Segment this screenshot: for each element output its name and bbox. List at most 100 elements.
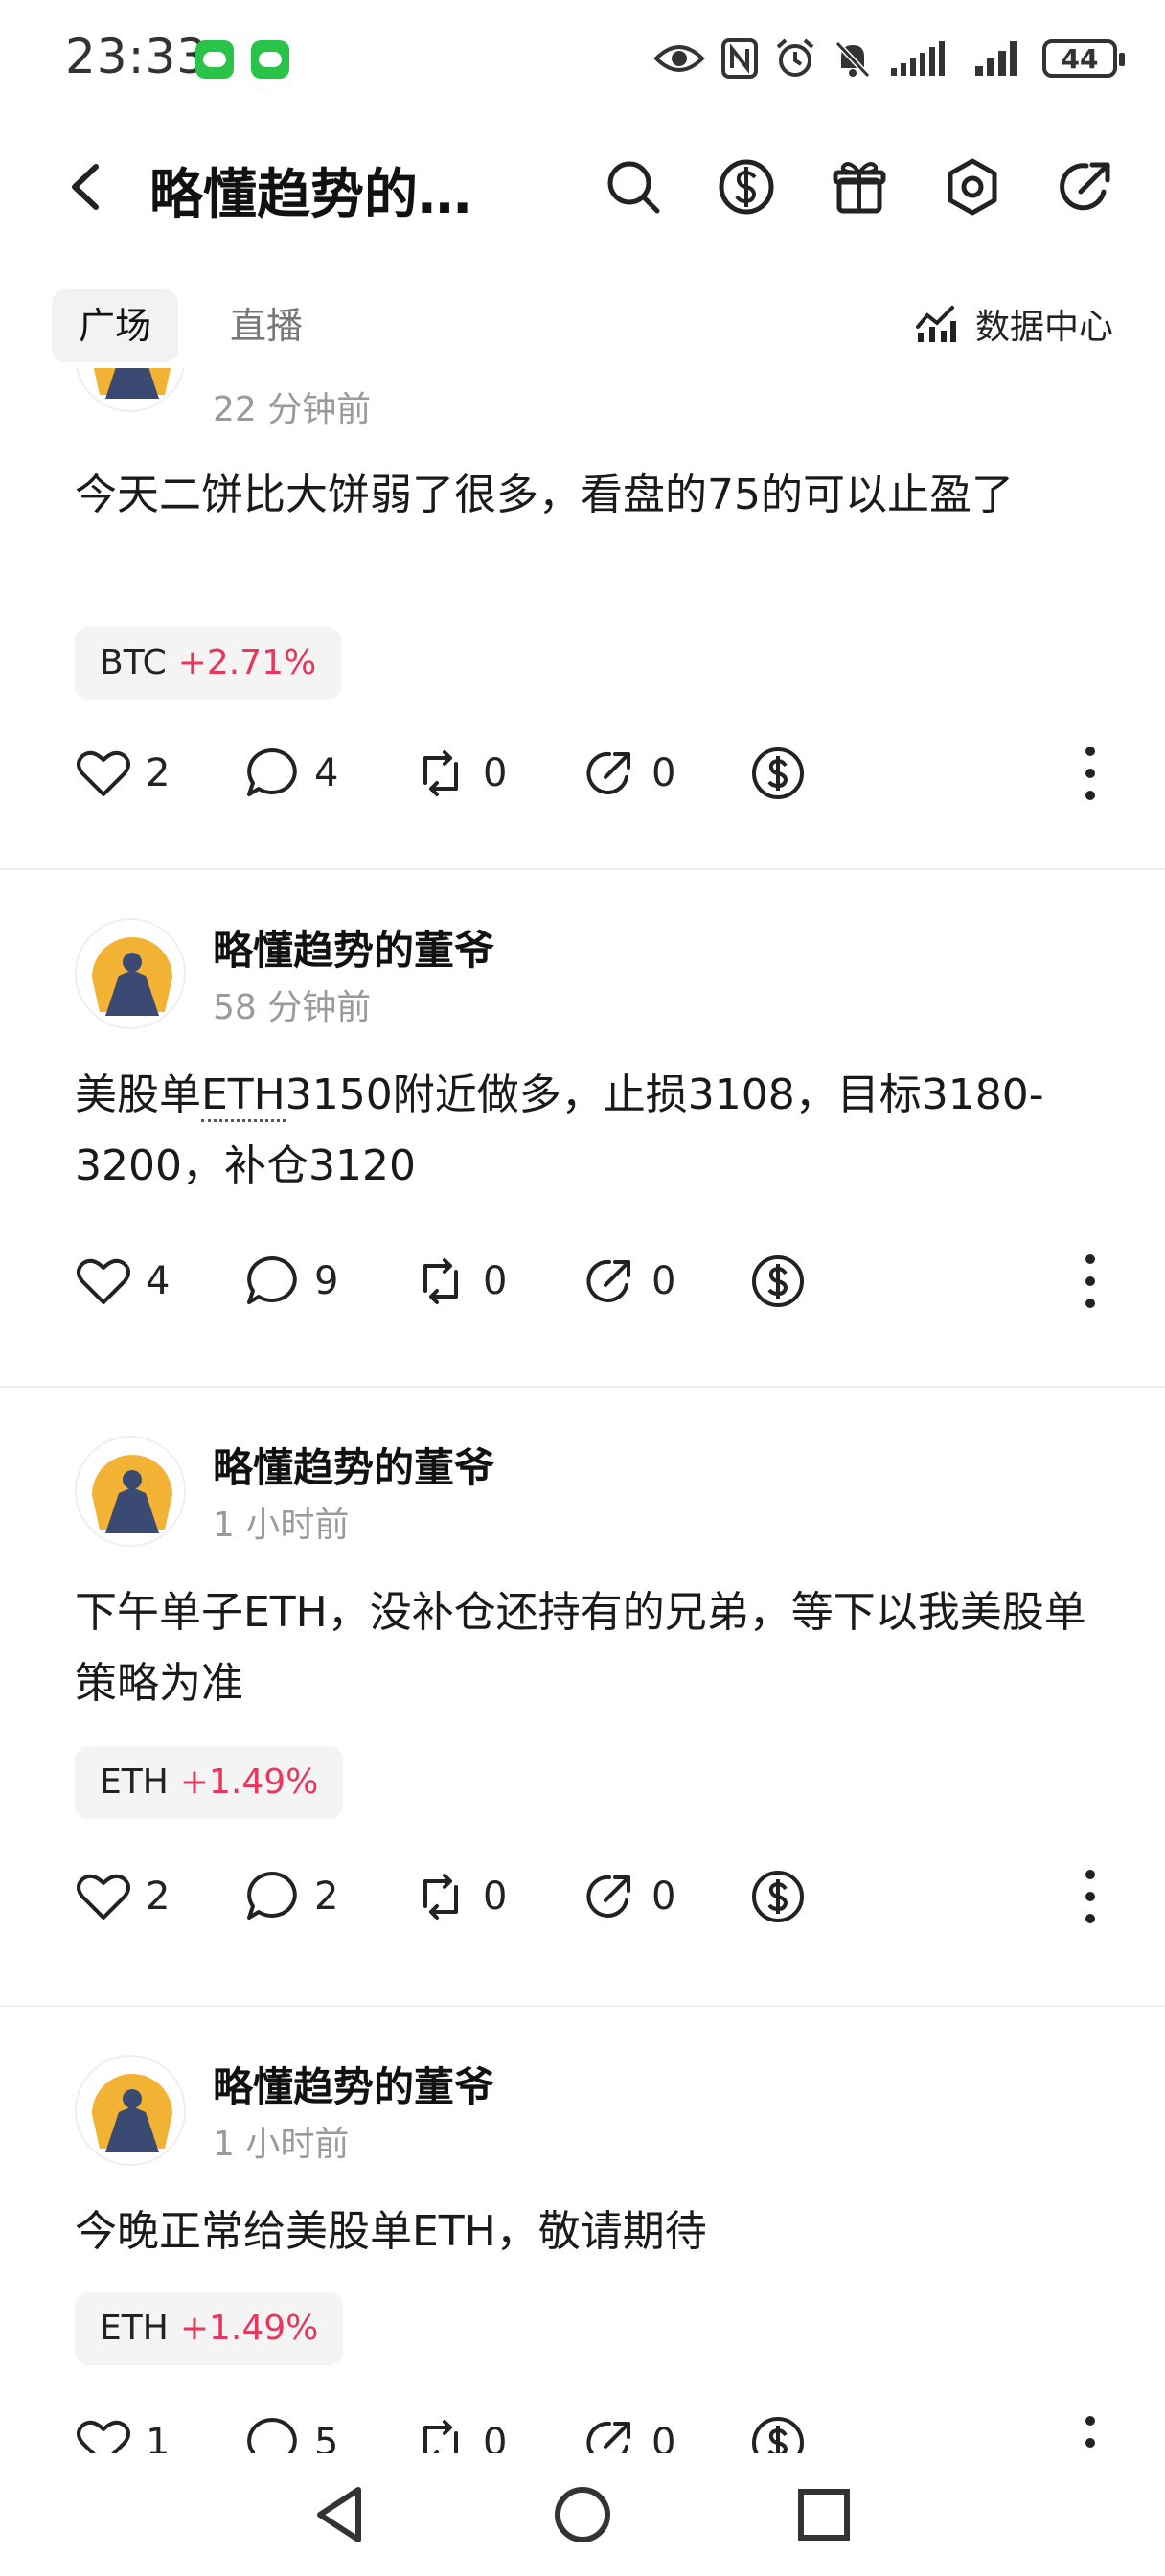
status-icons: 44 [653,34,1125,82]
repost-count: 0 [483,1874,508,1919]
like-count: 1 [146,2421,171,2453]
page-title: 略懂趋势的… [149,164,471,226]
like-count: 2 [146,751,171,795]
tab-square[interactable]: 广场 [52,289,179,362]
dollar-icon [752,748,804,799]
repost-count: 0 [483,751,508,795]
repost-button[interactable]: 0 [412,1248,507,1315]
like-count: 2 [146,1874,171,1919]
wechat-notification-icon [195,40,234,79]
chart-icon [915,306,956,342]
post-actions: 4 9 0 0 [0,1248,1165,1315]
battery-indicator: 44 [1042,39,1125,78]
share-icon[interactable] [1052,153,1119,220]
comment-count: 2 [314,1874,339,1919]
recents-square-icon[interactable] [786,2476,862,2553]
ticker-tag[interactable]: ETH +1.49% [75,1746,344,1819]
post-time: 1 小时前 [213,2125,350,2164]
tip-button[interactable] [749,1248,807,1315]
ticker-tag[interactable]: ETH +1.49% [75,2292,344,2365]
tip-button[interactable] [749,2409,807,2453]
tip-button[interactable] [749,740,807,807]
share-count: 0 [651,1874,676,1919]
avatar[interactable] [75,918,186,1029]
ticker-tag[interactable]: BTC +2.71% [75,627,342,700]
comment-icon [247,2418,297,2453]
like-button[interactable]: 2 [75,1863,170,1930]
back-arrow-icon[interactable] [54,153,121,220]
content-prefix: 美股单 [75,1070,201,1119]
ticker-change: +2.71% [177,643,317,682]
dollar-icon [752,1255,804,1307]
more-options-icon[interactable] [1081,1867,1100,1926]
eye-icon [653,45,705,72]
comment-count: 5 [314,2421,339,2453]
settings-icon[interactable] [939,153,1006,220]
post-author[interactable]: 略懂趋势的董爷 [213,2055,494,2113]
tab-live[interactable]: 直播 [203,289,330,362]
repost-icon [423,1258,458,1304]
post-item: 略懂趋势的董爷 58 分钟前 美股单ETH3150附近做多，止损3108，目标3… [0,870,1165,1386]
avatar-image [77,368,184,410]
like-button[interactable]: 2 [75,740,170,807]
share-icon [586,751,630,794]
post-content[interactable]: 美股单ETH3150附近做多，止损3108，目标3180-3200，补仓3120 [75,1060,1090,1202]
back-triangle-icon[interactable] [303,2476,379,2553]
share-button[interactable]: 0 [581,740,675,807]
comment-icon [247,748,297,796]
dollar-icon [752,2417,804,2453]
post-actions: 2 2 0 0 [0,1863,1165,1930]
dollar-icon[interactable] [713,153,780,220]
comment-button[interactable]: 9 [243,1248,338,1315]
status-time: 23:33 [65,29,209,84]
share-button[interactable]: 0 [581,2409,675,2453]
heart-icon [77,1874,130,1920]
data-center-button[interactable]: 数据中心 [914,299,1113,349]
heart-icon [77,1258,130,1304]
wechat-notification-icon [251,40,289,79]
ticker-change: +1.49% [179,2309,319,2348]
comment-button[interactable]: 5 [243,2409,338,2453]
gift-icon[interactable] [826,153,893,220]
like-count: 4 [146,1259,171,1303]
repost-icon [423,750,458,796]
more-options-icon[interactable] [1081,2413,1100,2453]
avatar[interactable] [75,368,186,412]
avatar[interactable] [75,2055,186,2166]
home-circle-icon[interactable] [544,2476,621,2553]
signal-icon [975,41,1017,76]
post-author[interactable]: 略懂趋势的董爷 [213,1436,494,1494]
post-time: 58 分钟前 [213,988,372,1027]
signal-icon [891,41,945,76]
share-icon [586,1874,630,1918]
repost-button[interactable]: 0 [412,2409,507,2453]
repost-icon [423,2420,458,2453]
post-author[interactable]: 略懂趋势的董爷 [213,918,494,977]
search-icon[interactable] [600,153,667,220]
mute-icon [834,40,871,79]
share-icon [586,2421,630,2453]
repost-button[interactable]: 0 [412,1863,507,1930]
comment-button[interactable]: 4 [243,740,338,807]
ticker-symbol: BTC [100,643,167,682]
comment-count: 9 [314,1259,339,1303]
post-feed[interactable]: 22 分钟前 今天二饼比大饼弱了很多，看盘的75的可以止盈了 BTC +2.71%… [0,368,1165,2453]
post-content[interactable]: 下午单子ETH，没补仓还持有的兄弟，等下以我美股单策略为准 [75,1577,1090,1719]
tip-button[interactable] [749,1863,807,1930]
repost-button[interactable]: 0 [412,740,507,807]
ticker-link[interactable]: ETH [201,1070,286,1122]
more-options-icon[interactable] [1081,1252,1100,1311]
comment-button[interactable]: 2 [243,1863,338,1930]
post-actions: 1 5 0 0 [0,2409,1165,2453]
post-content[interactable]: 今天二饼比大饼弱了很多，看盘的75的可以止盈了 [75,460,1090,531]
heart-icon [77,750,130,796]
share-button[interactable]: 0 [581,1248,675,1315]
share-button[interactable]: 0 [581,1863,675,1930]
avatar[interactable] [75,1436,186,1547]
post-item: 略懂趋势的董爷 1 小时前 下午单子ETH，没补仓还持有的兄弟，等下以我美股单策… [0,1388,1165,2005]
header: 略懂趋势的… [0,125,1165,249]
like-button[interactable]: 1 [75,2409,170,2453]
like-button[interactable]: 4 [75,1248,170,1315]
post-content[interactable]: 今晚正常给美股单ETH，敬请期待 [75,2196,1090,2267]
more-options-icon[interactable] [1081,744,1100,803]
